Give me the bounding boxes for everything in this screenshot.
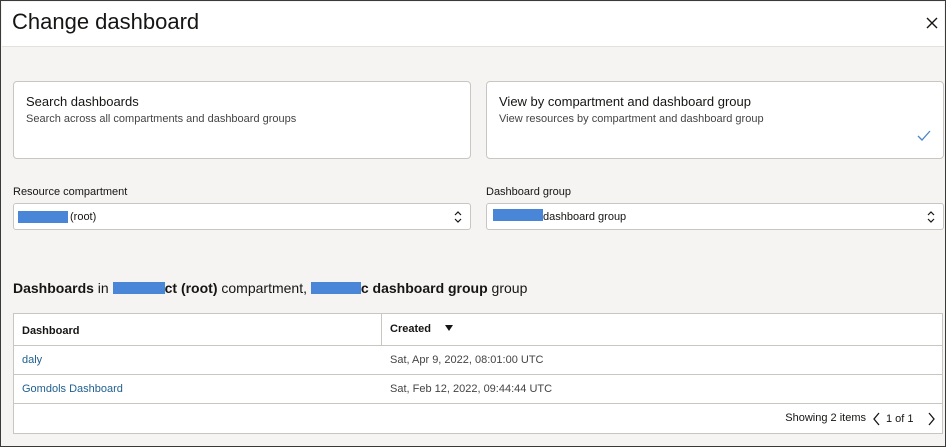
resource-compartment-select[interactable]: (root) [13,203,471,230]
view-by-compartment-card[interactable]: View by compartment and dashboard group … [486,81,944,159]
dialog-header: Change dashboard [2,2,944,47]
dashboards-table: Dashboard Created daly Sat, Apr 9, 2022,… [13,313,943,434]
card-title: Search dashboards [26,94,139,109]
table-footer: Showing 2 items 1 of 1 [14,404,942,434]
redacted-text [310,282,361,294]
dashboard-link[interactable]: daly [22,354,42,366]
column-header-created-label: Created [390,323,431,335]
next-page-icon[interactable] [926,412,936,426]
dashboard-link[interactable]: Gomdols Dashboard [22,383,123,395]
created-date: Sat, Apr 9, 2022, 08:01:00 UTC [390,354,544,366]
compartment-value: (root) [70,211,97,223]
search-dashboards-card[interactable]: Search dashboards Search across all comp… [13,81,471,159]
card-description: Search across all compartments and dashb… [26,113,297,125]
section-prefix: Dashboards [13,280,94,296]
section-in: in [93,280,113,296]
resource-compartment-label: Resource compartment [13,186,128,198]
column-header-created[interactable]: Created [381,314,942,346]
dialog-title: Change dashboard [12,9,200,34]
created-date: Sat, Feb 12, 2022, 09:44:44 UTC [390,383,553,395]
table-header: Dashboard Created [14,314,942,346]
column-header-dashboard[interactable]: Dashboard [14,314,381,346]
section-compartment-word: compartment, [217,280,311,296]
card-description: View resources by compartment and dashbo… [499,113,764,125]
redacted-text [112,282,165,294]
dashboard-group-label: Dashboard group [486,186,572,198]
section-compartment-name: ct (root) [164,280,218,296]
select-arrows-icon [454,211,462,223]
table-row: Gomdols Dashboard Sat, Feb 12, 2022, 09:… [14,375,942,404]
redacted-text [493,209,543,221]
redacted-text [18,211,68,223]
change-dashboard-dialog: Change dashboard Search dashboards Searc… [0,0,946,447]
close-button[interactable] [922,13,942,33]
previous-page-icon[interactable] [872,412,882,426]
page-indicator: 1 of 1 [886,413,914,425]
dashboard-group-select[interactable]: dashboard group [486,203,944,230]
item-count: Showing 2 items [785,412,866,424]
table-row: daly Sat, Apr 9, 2022, 08:01:00 UTC [14,346,942,375]
group-value: dashboard group [543,211,627,223]
checkmark-icon [917,130,931,141]
section-group-name: c dashboard group [360,280,488,296]
card-title: View by compartment and dashboard group [499,94,751,109]
dashboards-section-title: Dashboards in ct (root) compartment, c d… [13,280,527,296]
select-arrows-icon [927,211,935,223]
section-group-word: group [487,280,528,296]
sort-descending-icon [444,325,453,331]
close-icon [926,17,938,29]
